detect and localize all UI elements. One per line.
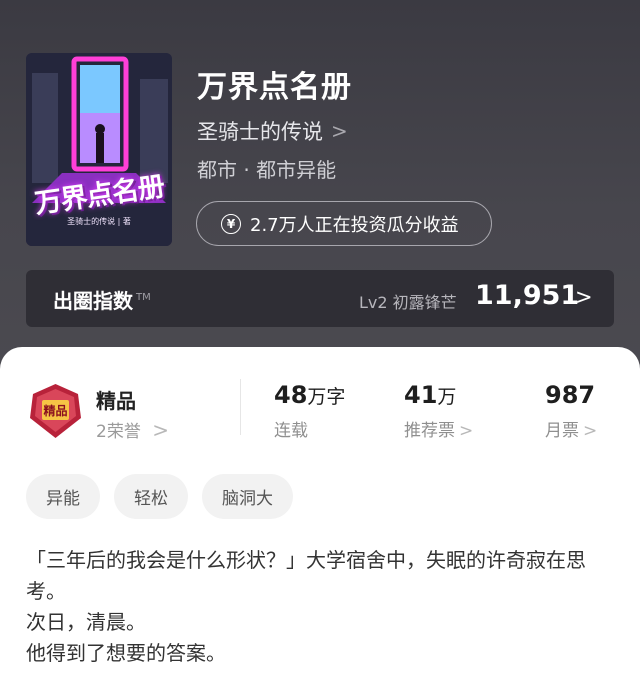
stat-monthly[interactable]: 987 月票 >	[545, 381, 597, 441]
stat-words-value: 48	[274, 381, 308, 409]
trademark-mark: TM	[136, 292, 151, 304]
tag-chip[interactable]: 轻松	[114, 474, 188, 519]
stat-words-label: 连载	[274, 421, 308, 441]
stat-recommend[interactable]: 41万 推荐票 >	[404, 381, 473, 441]
popularity-index-bar[interactable]: 出圈指数 TM Lv2 初露锋芒 11,951 >	[26, 270, 614, 327]
book-cover[interactable]: 万界点名册 圣骑士的传说 | 著	[26, 53, 172, 246]
tag-chip[interactable]: 异能	[26, 474, 100, 519]
honor-title: 精品	[96, 389, 136, 413]
honor-count: 2荣誉	[96, 422, 141, 442]
synopsis-line: 他得到了想要的答案。	[26, 641, 226, 665]
index-label-wrap: 出圈指数 TM	[53, 285, 151, 314]
stat-recommend-value: 41	[404, 381, 438, 409]
book-header: 万界点名册 圣骑士的传说 | 著 万界点名册 圣骑士的传说 > 都市 · 都市异…	[0, 0, 640, 380]
index-value: 11,951	[475, 280, 580, 311]
synopsis-line: 「三年后的我会是什么形状？」大学宿舍中，失眠的许奇寂在思考。	[26, 548, 586, 603]
cover-author-line: 圣骑士的传说 | 著	[67, 217, 131, 226]
synopsis[interactable]: 「三年后的我会是什么形状？」大学宿舍中，失眠的许奇寂在思考。 次日，清晨。 他得…	[26, 545, 616, 669]
stat-recommend-unit: 万	[437, 386, 457, 408]
tag-list: 异能 轻松 脑洞大	[26, 474, 293, 519]
invest-button[interactable]: ¥ 2.7万人正在投资瓜分收益	[196, 201, 492, 246]
badge-text: 精品	[43, 403, 67, 418]
yen-icon: ¥	[221, 213, 241, 234]
stat-recommend-label-wrap: 推荐票 >	[404, 416, 473, 441]
book-title: 万界点名册	[197, 70, 352, 105]
tag-chip[interactable]: 脑洞大	[202, 474, 293, 519]
stat-words: 48万字 连载	[274, 381, 345, 441]
premium-badge-icon[interactable]: 精品	[28, 382, 83, 440]
genre-label[interactable]: 都市 · 都市异能	[197, 154, 336, 183]
author-name: 圣骑士的传说	[197, 120, 323, 144]
chevron-right-icon: >	[583, 421, 598, 441]
invest-text: 2.7万人正在投资瓜分收益	[250, 214, 459, 236]
chevron-right-icon: >	[575, 285, 593, 309]
chevron-right-icon: >	[331, 119, 348, 143]
author-link[interactable]: 圣骑士的传说 >	[197, 116, 348, 146]
stat-words-unit: 万字	[307, 386, 346, 408]
chevron-right-icon: >	[459, 421, 474, 441]
honor-link[interactable]: 2荣誉 >	[96, 417, 169, 442]
divider	[240, 379, 241, 435]
stat-monthly-label-wrap: 月票 >	[545, 416, 597, 441]
stat-words-value-wrap: 48万字	[274, 381, 345, 409]
stat-monthly-label: 月票	[545, 421, 579, 441]
stat-monthly-value: 987	[545, 381, 596, 409]
stat-recommend-value-wrap: 41万	[404, 381, 473, 409]
synopsis-line: 次日，清晨。	[26, 610, 146, 634]
info-card: 精品 精品 2荣誉 > 48万字 连载 41万 推荐票 > 987 月票 > 异能 …	[0, 347, 640, 687]
index-label: 出圈指数	[53, 289, 133, 313]
chevron-right-icon: >	[152, 418, 169, 442]
stat-recommend-label: 推荐票	[404, 421, 455, 441]
index-level: Lv2 初露锋芒	[359, 293, 457, 312]
